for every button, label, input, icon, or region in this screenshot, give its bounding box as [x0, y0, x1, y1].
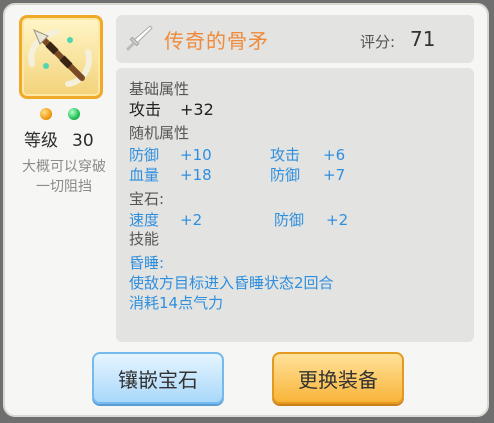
level-value: 30 — [72, 131, 94, 151]
random-attribute-value: +6 — [323, 146, 346, 164]
random-attribute-name: 血量 — [129, 166, 160, 184]
random-attribute-name: 防御 — [129, 146, 160, 164]
score-value: 71 — [410, 27, 436, 51]
item-level: 等级 30 — [24, 126, 94, 151]
score-label: 评分: — [360, 33, 396, 51]
item-name: 传奇的骨矛 — [164, 29, 269, 53]
skill-section-title: 技能 — [129, 230, 160, 248]
skill-description-line: 消耗14点气力 — [129, 294, 224, 312]
green-gem-icon — [68, 108, 80, 120]
base-attributes-title: 基础属性 — [129, 80, 190, 98]
gem-stat-value: +2 — [326, 211, 349, 229]
base-attribute-value: +32 — [180, 100, 214, 119]
random-attribute-name: 攻击 — [270, 146, 301, 164]
item-description: 大概可以穿破一切阻挡 — [22, 159, 106, 195]
random-attribute-value: +18 — [180, 166, 212, 184]
random-attributes-title: 随机属性 — [129, 124, 190, 142]
random-attribute-name: 防御 — [270, 166, 301, 184]
base-attribute-name: 攻击 — [129, 100, 162, 119]
inlay-gem-button[interactable]: 镶嵌宝石 — [92, 352, 224, 404]
skill-name: 昏睡: — [129, 254, 165, 272]
bone-spear-icon — [19, 15, 103, 99]
skill-description-line: 使敌方目标进入昏睡状态2回合 — [129, 274, 334, 292]
replace-equipment-button[interactable]: 更换装备 — [272, 352, 404, 404]
sword-icon — [124, 23, 154, 57]
orange-gem-icon — [40, 108, 52, 120]
level-label: 等级 — [24, 131, 58, 151]
random-attribute-value: +10 — [180, 146, 212, 164]
random-attribute-value: +7 — [323, 166, 346, 184]
gem-stat-name: 速度 — [129, 211, 160, 229]
gem-stat-value: +2 — [180, 211, 203, 229]
gem-section-title: 宝石: — [129, 190, 165, 208]
gem-stat-name: 防御 — [274, 211, 305, 229]
